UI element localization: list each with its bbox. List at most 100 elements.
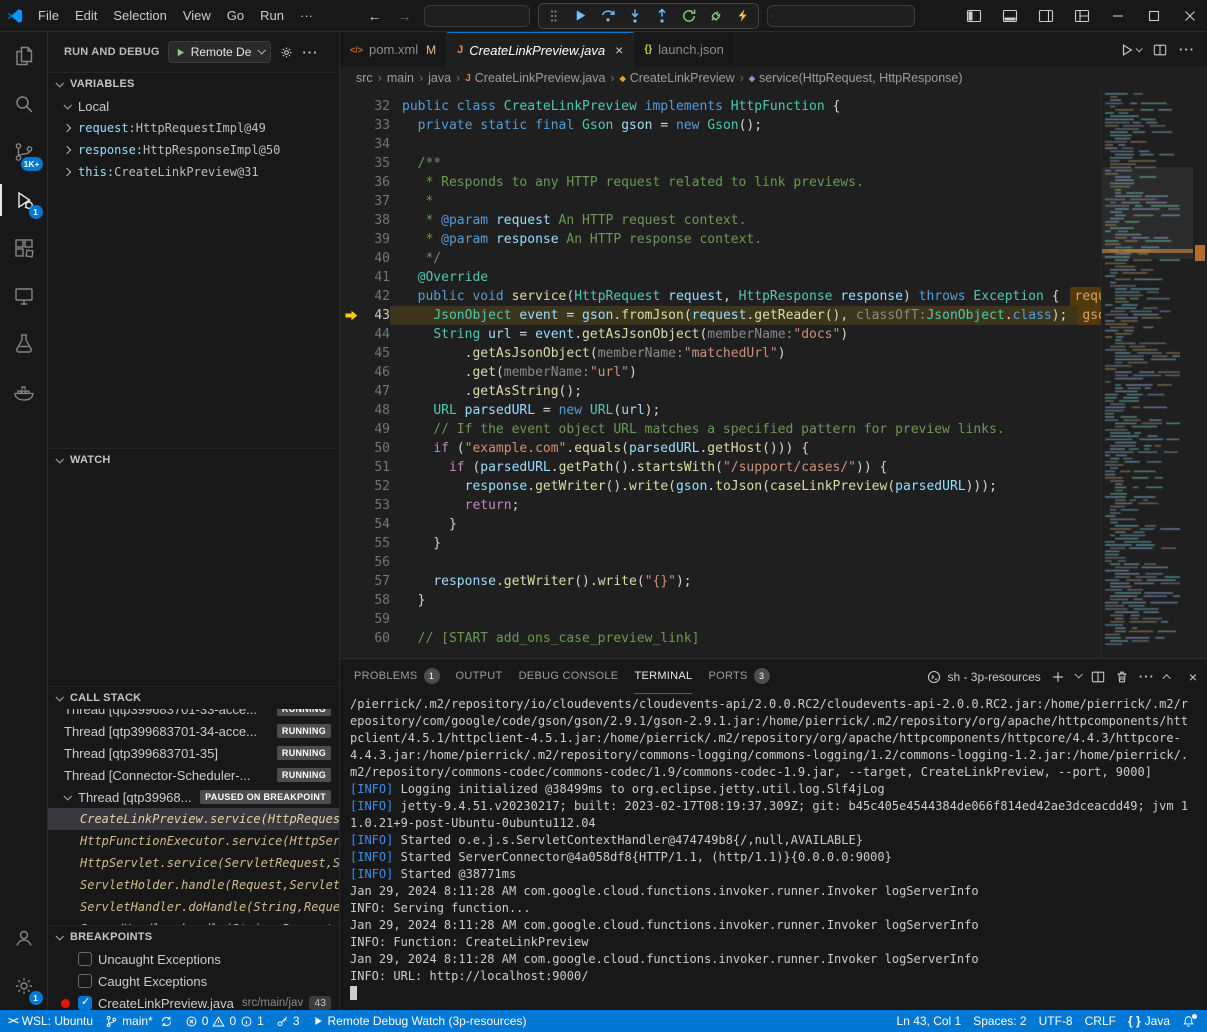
toolbar-drag-handle-icon[interactable] — [545, 7, 563, 25]
code-text-line[interactable]: response.getWriter().write(gson.toJson(c… — [390, 477, 1101, 496]
gutter-50[interactable]: 50 — [340, 439, 390, 458]
code-text-line[interactable]: String url = event.getAsJsonObject(membe… — [390, 325, 1101, 344]
code-line-54[interactable]: 54 } — [340, 515, 1101, 534]
line-number[interactable]: 55 — [362, 534, 390, 553]
breakpoint-checkbox[interactable] — [78, 996, 92, 1010]
gutter-48[interactable]: 48 — [340, 401, 390, 420]
code-line-58[interactable]: 58 } — [340, 591, 1101, 610]
code-line-36[interactable]: 36 * Responds to any HTTP request relate… — [340, 173, 1101, 192]
hot-code-replace-icon[interactable] — [734, 7, 752, 25]
line-number[interactable]: 45 — [362, 344, 390, 363]
code-line-55[interactable]: 55 } — [340, 534, 1101, 553]
line-number[interactable]: 47 — [362, 382, 390, 401]
minimap[interactable] — [1101, 89, 1193, 658]
code-text-line[interactable]: } — [390, 534, 1101, 553]
variables-scope-row[interactable]: Local — [48, 95, 339, 117]
code-line-57[interactable]: 57 response.getWriter().write("{}"); — [340, 572, 1101, 591]
code-line-60[interactable]: 60 // [START add_ons_case_preview_link] — [340, 629, 1101, 648]
code-line-32[interactable]: 32public class CreateLinkPreview impleme… — [340, 97, 1101, 116]
line-number[interactable]: 33 — [362, 116, 390, 135]
command-center-search[interactable] — [424, 5, 530, 27]
code-line-45[interactable]: 45 .getAsJsonObject(memberName:"matchedU… — [340, 344, 1101, 363]
debug-current-line-arrow-icon[interactable] — [340, 310, 362, 321]
line-number[interactable]: 42 — [362, 287, 390, 306]
code-text-line[interactable]: @Override — [390, 268, 1101, 287]
code-line-50[interactable]: 50 if ("example.com".equals(parsedURL.ge… — [340, 439, 1101, 458]
variable-row-response[interactable]: response: HttpResponseImpl@50 — [48, 139, 339, 161]
gutter-41[interactable]: 41 — [340, 268, 390, 287]
code-text-line[interactable]: // [START add_ons_case_preview_link] — [390, 629, 1101, 648]
problems-indicator[interactable]: 0 0 1 — [179, 1010, 270, 1032]
breakpoint-checkbox[interactable] — [78, 952, 92, 966]
code-line-47[interactable]: 47 .getAsString(); — [340, 382, 1101, 401]
gutter-46[interactable]: 46 — [340, 363, 390, 382]
gutter-59[interactable]: 59 — [340, 610, 390, 629]
stack-frame-row[interactable]: ServletHolder.handle(Request,Servlet — [48, 874, 339, 896]
navigate-forward-icon[interactable]: → — [394, 8, 416, 24]
line-number[interactable]: 46 — [362, 363, 390, 382]
code-text-line[interactable]: response.getWriter().write("{}"); — [390, 572, 1101, 591]
gutter-55[interactable]: 55 — [340, 534, 390, 553]
panel-tab-terminal[interactable]: TERMINAL — [634, 659, 692, 694]
tab-pom-xml[interactable]: </>pom.xmlM — [340, 32, 447, 67]
debug-session-status[interactable]: Remote Debug Watch (3p-resources) — [306, 1010, 533, 1032]
gutter-53[interactable]: 53 — [340, 496, 390, 515]
code-line-59[interactable]: 59 — [340, 610, 1101, 629]
line-number[interactable]: 51 — [362, 458, 390, 477]
panel-tab-debug-console[interactable]: DEBUG CONSOLE — [519, 659, 619, 694]
code-line-56[interactable]: 56 — [340, 553, 1101, 572]
gutter-36[interactable]: 36 — [340, 173, 390, 192]
close-tab-icon[interactable]: × — [615, 42, 623, 58]
code-text-line[interactable]: * @param request An HTTP request context… — [390, 211, 1101, 230]
stack-frame-row[interactable]: ServletHandler.doHandle(String,Reque — [48, 896, 339, 918]
panel-tab-problems[interactable]: PROBLEMS1 — [354, 659, 440, 694]
line-number[interactable]: 34 — [362, 135, 390, 154]
overview-ruler[interactable] — [1193, 89, 1207, 658]
sidebar-item-search[interactable] — [0, 80, 48, 128]
keys-indicator[interactable]: 3 — [270, 1010, 306, 1032]
code-line-53[interactable]: 53 return; — [340, 496, 1101, 515]
minimize-icon[interactable] — [1101, 1, 1135, 31]
gutter-38[interactable]: 38 — [340, 211, 390, 230]
sidebar-item-extensions[interactable] — [0, 224, 48, 272]
code-line-44[interactable]: 44 String url = event.getAsJsonObject(me… — [340, 325, 1101, 344]
line-number[interactable]: 39 — [362, 230, 390, 249]
tab-createlinkpreview-java[interactable]: JCreateLinkPreview.java× — [447, 32, 634, 67]
thread-row[interactable]: Thread [qtp399683701-34-acce...RUNNING — [48, 720, 339, 742]
sidebar-item-run-and-debug[interactable]: 1 — [0, 176, 48, 224]
debug-continue-icon[interactable] — [572, 7, 590, 25]
split-terminal-icon[interactable] — [1091, 670, 1105, 684]
tab-launch-json[interactable]: {}launch.json — [634, 32, 735, 67]
code-text-line[interactable]: .getAsJsonObject(memberName:"matchedUrl"… — [390, 344, 1101, 363]
minimap-slider[interactable] — [1102, 167, 1193, 259]
line-number[interactable]: 50 — [362, 439, 390, 458]
breakpoint-checkbox[interactable] — [78, 974, 92, 988]
breadcrumb-service-httprequest-httpresponse[interactable]: ◆service(HttpRequest, HttpResponse) — [749, 71, 963, 85]
gutter-56[interactable]: 56 — [340, 553, 390, 572]
close-window-icon[interactable] — [1173, 1, 1207, 31]
code-line-39[interactable]: 39 * @param response An HTTP response co… — [340, 230, 1101, 249]
encoding-indicator[interactable]: UTF-8 — [1033, 1010, 1079, 1032]
debug-settings-gear-icon[interactable] — [279, 45, 294, 60]
debug-step-out-icon[interactable] — [653, 7, 671, 25]
notifications-bell[interactable] — [1176, 1010, 1201, 1032]
line-number[interactable]: 32 — [362, 97, 390, 116]
code-text-line[interactable]: */ — [390, 249, 1101, 268]
manage-button[interactable]: 1 — [0, 962, 48, 1010]
gutter-43[interactable]: 43 — [340, 306, 390, 325]
accounts-button[interactable] — [0, 914, 48, 962]
menu-item-selection[interactable]: Selection — [105, 4, 174, 27]
indentation-indicator[interactable]: Spaces: 2 — [967, 1010, 1032, 1032]
menu-item-view[interactable]: View — [175, 4, 219, 27]
maximize-icon[interactable] — [1137, 1, 1171, 31]
code-text-line[interactable]: * @param response An HTTP response conte… — [390, 230, 1101, 249]
line-number[interactable]: 36 — [362, 173, 390, 192]
thread-row[interactable]: Thread [qtp39968...PAUSED ON BREAKPOINT — [48, 786, 339, 808]
sidebar-item-docker[interactable] — [0, 368, 48, 416]
code-text-line[interactable]: * — [390, 192, 1101, 211]
line-number[interactable]: 35 — [362, 154, 390, 173]
debug-restart-icon[interactable] — [680, 7, 698, 25]
gutter-34[interactable]: 34 — [340, 135, 390, 154]
sync-icon[interactable] — [160, 1015, 173, 1028]
customize-layout-icon[interactable] — [1065, 1, 1099, 31]
